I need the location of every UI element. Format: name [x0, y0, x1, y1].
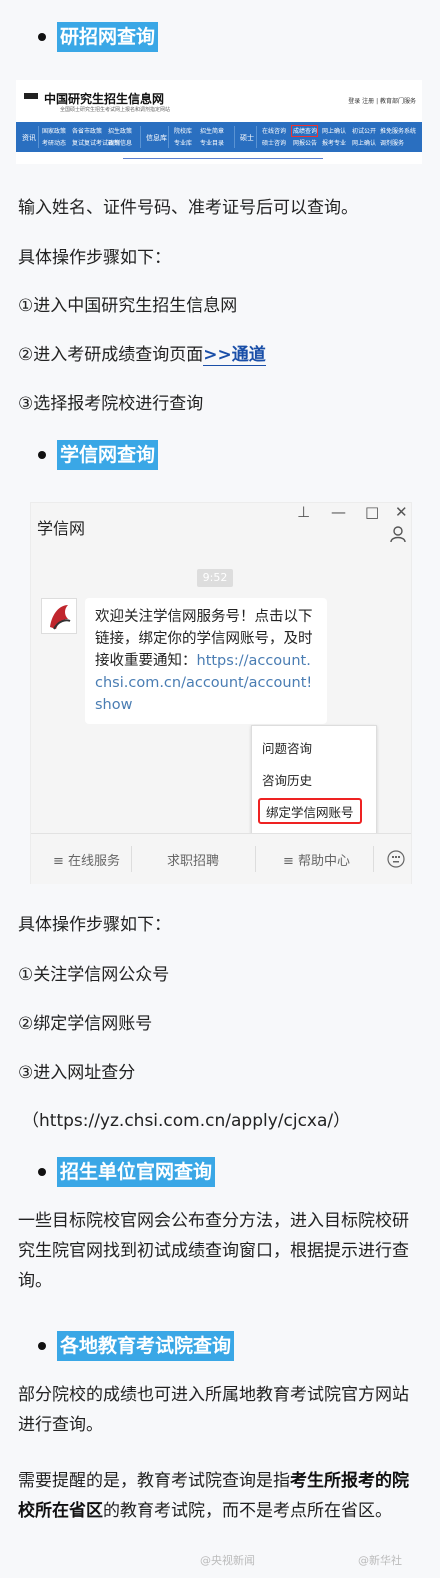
bullet-dot [38, 451, 46, 459]
nav-shuoshi: 硕士 [240, 134, 254, 142]
nav-item: 调剂信息 [108, 140, 133, 147]
nav-item: 招生简章 [200, 128, 225, 135]
watermark-xinhua: @新华社 [358, 1554, 402, 1567]
nav-item: 院校库 [174, 128, 193, 135]
s1-steps-heading: 具体操作步骤如下： [18, 248, 171, 268]
nav-xinxiku: 信息库 [146, 134, 167, 142]
s4-note: 需要提醒的是，教育考试院查询是指考生所报考的院校所在省区的教育考试院，而不是考点… [18, 1466, 423, 1526]
s1-step-2-text: ②进入考研成绩查询页面 [18, 345, 204, 365]
yanzhao-website-screenshot: 中国研究生招生信息网 全国硕士研究生招生考试网上报名和调剂指定网站 登录 注册 … [16, 80, 422, 164]
wx-window-title: 学信网 [37, 519, 86, 538]
user-icon[interactable] [389, 525, 407, 543]
s2-query-url[interactable]: （https://yz.chsi.com.cn/apply/cjcxa/） [22, 1106, 350, 1136]
highlight-box [291, 125, 318, 137]
nav-item: 专业目录 [200, 140, 225, 147]
pin-icon[interactable]: ⊥ [297, 503, 310, 521]
service-popup-menu: 问题咨询 咨询历史 绑定学信网账号 [251, 725, 377, 835]
s2-step-2: ②绑定学信网账号 [18, 1014, 153, 1034]
nav-item: 招生政策 [108, 128, 133, 135]
nav-item: 调剂服务 [380, 140, 405, 147]
channel-link[interactable]: >>通道 [203, 345, 266, 366]
section-heading-exam-authority: 各地教育考试院查询 [57, 1331, 235, 1361]
watermark-cctv: @央视新闻 [200, 1554, 255, 1567]
bullet-dot [38, 1168, 46, 1176]
s1-step-3: ③选择报考院校进行查询 [18, 394, 204, 414]
nav-item: 网上确认 [322, 128, 347, 135]
s2-step-3: ③进入网址查分 [18, 1063, 136, 1083]
yz-nav-bar: 资讯 国家政策 考研动态 各省市政策 复试复试考试政策 招生政策 调剂信息 信息… [16, 122, 422, 152]
bar-online-service[interactable]: ≡ 在线服务 [53, 850, 120, 869]
bar-help-center[interactable]: ≡ 帮助中心 [283, 850, 350, 869]
nav-zixun: 资讯 [22, 134, 36, 142]
welcome-message: 欢迎关注学信网服务号！点击以下链接，绑定你的学信网账号，及时接收重要通知：htt… [85, 598, 327, 724]
nav-item: 考研动态 [42, 140, 67, 147]
s2-step-1: ①关注学信网公众号 [18, 965, 170, 985]
maximize-icon[interactable]: □ [365, 503, 379, 521]
close-icon[interactable]: ✕ [395, 503, 408, 521]
nav-item: 初试公开 [352, 128, 377, 135]
s1-step-2: ②进入考研成绩查询页面>>通道 [18, 340, 266, 370]
section-heading-school-site: 招生单位官网查询 [57, 1157, 216, 1187]
s4-description: 部分院校的成绩也可进入所属地教育考试院官方网站进行查询。 [18, 1385, 409, 1435]
keyboard-icon[interactable] [387, 850, 405, 868]
s4-note-part2: 的教育考试院，而不是考点所在省区。 [103, 1501, 392, 1521]
s4-note-part1: 需要提醒的是，教育考试院查询是指 [18, 1471, 290, 1491]
nav-item: 网上确认 [352, 140, 377, 147]
section-heading-xuexin: 学信网查询 [57, 440, 159, 470]
message-time: 9:52 [197, 569, 233, 587]
xuexin-avatar-icon [41, 598, 77, 634]
s1-description: 输入姓名、证件号码、准考证号后可以查询。 [18, 198, 358, 218]
wechat-xuexin-screenshot: 学信网 ⊥ — □ ✕ 9:52 欢迎关注学信网服务号！点击以下链接，绑定你的学… [30, 502, 412, 884]
yz-logo-title: 中国研究生招生信息网 [44, 92, 165, 106]
nav-item: 专业库 [174, 140, 193, 147]
s3-description: 一些目标院校官网会公布查分方法，进入目标院校研究生院官网找到初试成绩查询窗口，根… [18, 1211, 409, 1291]
menu-item-bind-account[interactable]: 绑定学信网账号 [258, 798, 362, 824]
bullet-dot [38, 1342, 46, 1350]
menu-item-history[interactable]: 咨询历史 [262, 770, 312, 789]
s2-steps-heading: 具体操作步骤如下： [18, 915, 171, 935]
menu-item-consult[interactable]: 问题咨询 [262, 738, 312, 757]
nav-item: 网报公告 [293, 140, 318, 147]
nav-item: 报考专业 [322, 140, 347, 147]
yz-logo-subtitle: 全国硕士研究生招生考试网上报名和调剂指定网站 [60, 107, 171, 113]
divider [123, 158, 323, 159]
bullet-dot [38, 33, 46, 41]
yz-top-links: 登录 注册 | 教育部门服务 [348, 98, 416, 105]
nav-item: 各省市政策 [72, 128, 103, 135]
nav-item: 推免服务系统 [380, 128, 417, 135]
minimize-icon[interactable]: — [331, 503, 346, 521]
section-heading-yanzhao: 研招网查询 [57, 22, 159, 52]
wx-bottom-menu: ≡ 在线服务 求职招聘 ≡ 帮助中心 [31, 833, 411, 884]
nav-item: 硕士咨询 [262, 140, 287, 147]
graduation-cap-icon [24, 93, 38, 99]
s1-step-1: ①进入中国研究生招生信息网 [18, 296, 238, 316]
nav-item: 在线咨询 [262, 128, 287, 135]
nav-item: 国家政策 [42, 128, 67, 135]
bar-jobs[interactable]: 求职招聘 [167, 850, 219, 869]
